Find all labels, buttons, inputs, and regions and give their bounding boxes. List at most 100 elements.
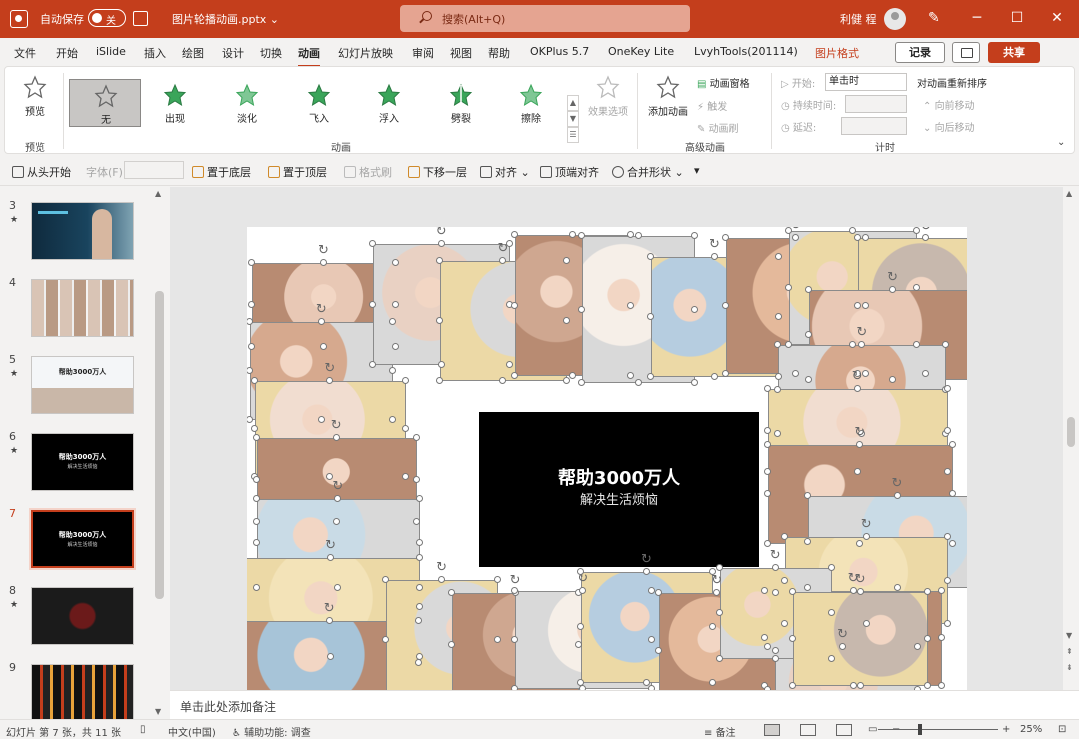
align-button[interactable]: 对齐 ⌄ bbox=[480, 164, 530, 180]
align-top-button[interactable]: 顶端对齐 bbox=[540, 164, 599, 180]
tab-help[interactable]: 帮助 bbox=[488, 45, 510, 61]
resize-handle[interactable] bbox=[392, 258, 400, 266]
search-box[interactable]: 搜索(Alt+Q) bbox=[400, 5, 690, 32]
resize-handle[interactable] bbox=[913, 227, 921, 234]
resize-handle[interactable] bbox=[764, 642, 771, 650]
scroll-thumb[interactable] bbox=[1067, 417, 1075, 447]
format-painter-button[interactable]: 格式刷 bbox=[344, 164, 392, 180]
resize-handle[interactable] bbox=[510, 586, 518, 594]
resize-handle[interactable] bbox=[447, 641, 455, 649]
zoom-slider-knob[interactable] bbox=[918, 724, 922, 735]
resize-handle[interactable] bbox=[948, 440, 956, 448]
resize-handle[interactable] bbox=[785, 227, 793, 234]
resize-handle[interactable] bbox=[247, 301, 255, 309]
resize-handle[interactable] bbox=[317, 415, 325, 423]
resize-handle[interactable] bbox=[511, 301, 519, 309]
tab-design[interactable]: 设计 bbox=[222, 45, 244, 61]
resize-handle[interactable] bbox=[789, 587, 797, 595]
resize-handle[interactable] bbox=[412, 433, 420, 441]
title-box[interactable]: 帮助3000万人 解决生活烦恼 bbox=[479, 412, 759, 567]
rotate-handle-icon[interactable]: ↻ bbox=[855, 572, 866, 587]
rotate-handle-icon[interactable]: ↻ bbox=[770, 548, 781, 563]
rotate-handle-icon[interactable]: ↻ bbox=[332, 479, 343, 494]
resize-handle[interactable] bbox=[402, 424, 410, 432]
rotate-handle-icon[interactable]: ↻ bbox=[316, 302, 327, 317]
restore-icon[interactable]: ☐ bbox=[1002, 6, 1032, 30]
resize-handle[interactable] bbox=[247, 415, 254, 423]
collage-photo[interactable] bbox=[793, 591, 929, 687]
resize-handle[interactable] bbox=[856, 587, 864, 595]
resize-handle[interactable] bbox=[943, 468, 951, 475]
resize-handle[interactable] bbox=[415, 584, 423, 592]
resize-handle[interactable] bbox=[435, 376, 443, 384]
resize-handle[interactable] bbox=[691, 305, 699, 313]
tab-view[interactable]: 视图 bbox=[450, 45, 472, 61]
rotate-handle-icon[interactable]: ↻ bbox=[887, 270, 898, 285]
resize-handle[interactable] bbox=[447, 589, 455, 597]
effect-fly-in[interactable]: 飞入 bbox=[289, 79, 349, 127]
tab-okplus[interactable]: OKPlus 5.7 bbox=[530, 45, 589, 58]
tab-home[interactable]: 开始 bbox=[56, 45, 78, 61]
thumbnail-scrollbar[interactable]: ▲ ▼ bbox=[152, 187, 168, 719]
scroll-up-icon[interactable]: ▲ bbox=[155, 189, 161, 198]
resize-handle[interactable] bbox=[252, 476, 260, 484]
save-icon[interactable] bbox=[133, 11, 148, 26]
tab-onekey[interactable]: OneKey Lite bbox=[608, 45, 674, 58]
tab-slideshow[interactable]: 幻灯片放映 bbox=[338, 45, 393, 61]
resize-handle[interactable] bbox=[569, 372, 577, 380]
resize-handle[interactable] bbox=[924, 682, 932, 690]
send-backward-button[interactable]: 下移一层 bbox=[408, 164, 467, 180]
resize-handle[interactable] bbox=[654, 589, 662, 597]
resize-handle[interactable] bbox=[691, 232, 699, 239]
resize-handle[interactable] bbox=[948, 490, 956, 498]
resize-handle[interactable] bbox=[715, 654, 723, 662]
zoom-in-icon[interactable]: + bbox=[1002, 724, 1010, 735]
resize-handle[interactable] bbox=[938, 681, 946, 689]
rotate-handle-icon[interactable]: ↻ bbox=[325, 538, 336, 553]
resize-handle[interactable] bbox=[415, 539, 423, 547]
rotate-handle-icon[interactable]: ↻ bbox=[854, 425, 865, 440]
resize-handle[interactable] bbox=[771, 646, 779, 654]
move-later-button[interactable]: ⌄ 向后移动 bbox=[923, 119, 975, 134]
close-icon[interactable]: ✕ bbox=[1042, 6, 1072, 30]
resize-handle[interactable] bbox=[771, 589, 779, 597]
resize-handle[interactable] bbox=[764, 540, 772, 548]
resize-handle[interactable] bbox=[381, 576, 389, 584]
slide-canvas[interactable]: 帮助3000万人解决生活烦恼↻↻↻↻↻↻↻↻↻↻↻↻↻↻↻↻↻↻↻↻↻↻↻↻↻↻… bbox=[247, 227, 967, 690]
scroll-thumb[interactable] bbox=[155, 291, 164, 599]
rotate-handle-icon[interactable]: ↻ bbox=[324, 361, 335, 376]
rotate-handle-icon[interactable]: ↻ bbox=[436, 560, 447, 575]
zoom-level[interactable]: 25% bbox=[1020, 724, 1042, 735]
resize-handle[interactable] bbox=[437, 240, 445, 247]
slide-thumbnail-8[interactable] bbox=[31, 587, 134, 645]
resize-handle[interactable] bbox=[334, 494, 342, 502]
collapse-ribbon-icon[interactable]: ⌄ bbox=[1057, 137, 1065, 148]
resize-handle[interactable] bbox=[715, 564, 723, 572]
resize-handle[interactable] bbox=[250, 424, 258, 432]
resize-handle[interactable] bbox=[327, 553, 335, 561]
effect-split[interactable]: 劈裂 bbox=[431, 79, 491, 127]
previous-slide-icon[interactable]: ⇞ bbox=[1066, 647, 1073, 656]
slide-thumbnail-5[interactable]: 帮助3000万人 bbox=[31, 356, 134, 414]
slideshow-view-icon[interactable]: ▭ bbox=[868, 724, 877, 735]
rotate-handle-icon[interactable]: ↻ bbox=[837, 627, 848, 642]
resize-handle[interactable] bbox=[948, 540, 956, 548]
resize-handle[interactable] bbox=[402, 377, 410, 385]
resize-handle[interactable] bbox=[849, 681, 857, 689]
accessibility-status[interactable]: ♿ 辅助功能: 调查 bbox=[232, 724, 311, 739]
resize-handle[interactable] bbox=[803, 538, 811, 545]
resize-handle[interactable] bbox=[938, 634, 946, 642]
resize-handle[interactable] bbox=[332, 433, 340, 441]
scroll-up-icon[interactable]: ▲ bbox=[1066, 189, 1072, 198]
fit-to-window-icon[interactable]: ⊡ bbox=[1058, 724, 1066, 735]
resize-handle[interactable] bbox=[849, 586, 857, 594]
resize-handle[interactable] bbox=[763, 468, 771, 475]
resize-handle[interactable] bbox=[914, 642, 922, 650]
notes-pane[interactable]: 单击此处添加备注 bbox=[170, 690, 1079, 719]
resize-handle[interactable] bbox=[708, 678, 716, 686]
share-button[interactable]: 共享 bbox=[988, 42, 1040, 63]
rotate-handle-icon[interactable]: ↻ bbox=[567, 227, 578, 230]
resize-handle[interactable] bbox=[402, 472, 410, 480]
preview-button[interactable]: 预览 bbox=[17, 75, 53, 129]
resize-handle[interactable] bbox=[252, 433, 260, 441]
